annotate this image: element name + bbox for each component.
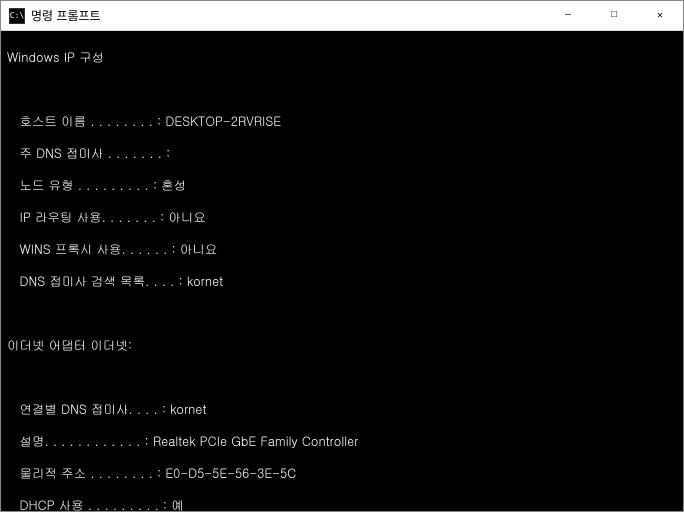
host-name-line: 호스트 이름 . . . . . . . . : DESKTOP-2RVRISE xyxy=(7,113,677,129)
blank-line xyxy=(7,369,677,385)
ip-routing-line: IP 라우팅 사용. . . . . . . : 아니요 xyxy=(7,209,677,225)
dhcp-enabled-line: DHCP 사용 . . . . . . . . . : 예 xyxy=(7,497,677,511)
blank-line xyxy=(7,81,677,97)
maximize-button[interactable]: □ xyxy=(591,1,637,31)
description-line: 설명. . . . . . . . . . . . : Realtek PCIe… xyxy=(7,433,677,449)
dns-suffix-search-line: DNS 접미사 검색 목록. . . . : kornet xyxy=(7,273,677,289)
terminal-output[interactable]: Windows IP 구성 호스트 이름 . . . . . . . . : D… xyxy=(1,31,683,511)
ethernet-adapter-header: 이더넷 어댑터 이더넷: xyxy=(7,337,677,353)
titlebar[interactable]: C:\ 명령 프롬프트 — □ ✕ xyxy=(1,1,683,31)
ip-config-header: Windows IP 구성 xyxy=(7,49,677,65)
blank-line xyxy=(7,305,677,321)
wins-proxy-line: WINS 프록시 사용. . . . . . : 아니요 xyxy=(7,241,677,257)
minimize-button[interactable]: — xyxy=(545,1,591,31)
window-title: 명령 프롬프트 xyxy=(31,7,545,24)
command-prompt-window: C:\ 명령 프롬프트 — □ ✕ Windows IP 구성 호스트 이름 .… xyxy=(0,0,684,512)
app-icon: C:\ xyxy=(9,8,25,24)
node-type-line: 노드 유형 . . . . . . . . . : 혼성 xyxy=(7,177,677,193)
conn-dns-suffix-line: 연결별 DNS 접미사. . . . : kornet xyxy=(7,401,677,417)
physical-address-line: 물리적 주소 . . . . . . . . : E0-D5-5E-56-3E-… xyxy=(7,465,677,481)
window-controls: — □ ✕ xyxy=(545,1,683,31)
primary-dns-suffix-line: 주 DNS 접미사 . . . . . . . : xyxy=(7,145,677,161)
close-button[interactable]: ✕ xyxy=(637,1,683,31)
